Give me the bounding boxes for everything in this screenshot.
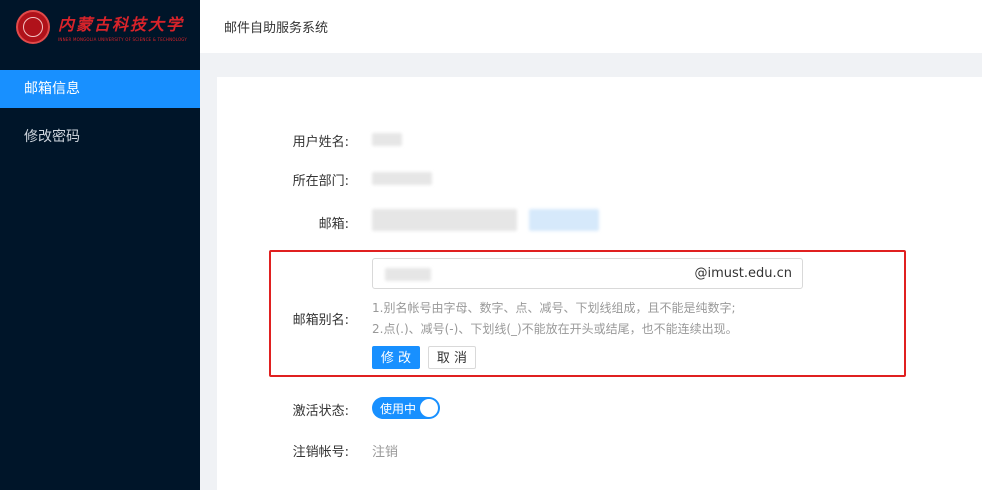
alias-input-field[interactable]: @imust.edu.cn	[372, 258, 803, 289]
toggle-knob	[420, 399, 438, 417]
deregister-label: 注销帐号:	[292, 445, 349, 460]
status-label: 激活状态:	[292, 404, 349, 419]
alias-input[interactable]	[381, 264, 685, 285]
system-title: 邮件自助服务系统	[224, 21, 329, 36]
alias-domain-suffix: @imust.edu.cn	[694, 266, 792, 281]
alias-hint-line1: 1.别名帐号由字母、数字、点、减号、下划线组成，且不能是纯数字;	[372, 301, 736, 315]
sidebar-item-mailbox-info[interactable]: 邮箱信息	[0, 70, 200, 108]
user-name-label: 用户姓名:	[292, 135, 349, 150]
university-logo: 内蒙古科技大学 INNER MONGOLIA UNIVERSITY OF SCI…	[0, 0, 200, 53]
deregister-link[interactable]: 注销	[372, 441, 398, 460]
email-label: 邮箱:	[318, 217, 349, 232]
activation-status-toggle[interactable]: 使用中	[372, 397, 440, 419]
status-value: 使用中	[380, 402, 417, 416]
logo-name-en: INNER MONGOLIA UNIVERSITY OF SCIENCE & T…	[58, 37, 188, 42]
university-seal-icon	[16, 9, 50, 44]
department-label: 所在部门:	[292, 174, 349, 189]
department-value	[372, 170, 432, 189]
sidebar-item-change-password[interactable]: 修改密码	[0, 118, 200, 156]
cancel-button[interactable]: 取 消	[428, 346, 476, 369]
email-value	[372, 209, 599, 235]
modify-button[interactable]: 修 改	[372, 346, 420, 369]
alias-hint-line2: 2.点(.)、减号(-)、下划线(_)不能放在开头或结尾，也不能连续出现。	[372, 322, 738, 336]
top-header: 邮件自助服务系统	[200, 0, 982, 53]
logo-name-cn: 内蒙古科技大学	[58, 15, 185, 34]
alias-label: 邮箱别名:	[292, 313, 349, 328]
mailbox-info-card: 用户姓名: 所在部门: 邮箱: 邮箱别名: @imust.edu.cn 1.别名…	[217, 77, 982, 490]
user-name-value	[372, 131, 402, 150]
sidebar: 内蒙古科技大学 INNER MONGOLIA UNIVERSITY OF SCI…	[0, 0, 200, 490]
